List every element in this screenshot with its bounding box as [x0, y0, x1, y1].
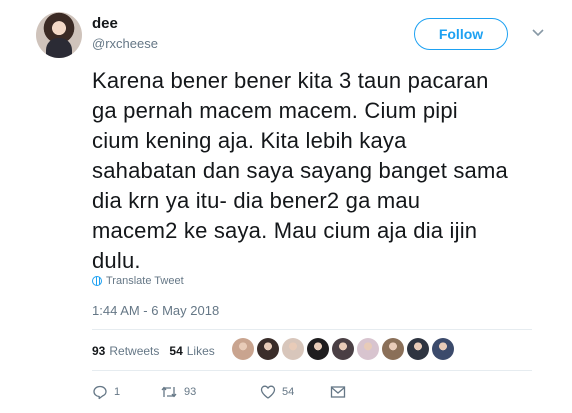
retweet-icon [161, 386, 177, 398]
like-button[interactable]: 54 [260, 384, 330, 400]
divider [92, 329, 532, 330]
divider [92, 370, 532, 371]
display-name[interactable]: dee [92, 15, 118, 32]
tweet-card: dee @rxcheese Follow Karena bener bener … [0, 0, 572, 413]
envelope-icon [330, 386, 346, 398]
retweet-button[interactable]: 93 [160, 384, 260, 400]
tweet-stats: 93 Retweets 54 Likes [92, 344, 225, 358]
liker-avatars [232, 338, 454, 360]
liker-avatar[interactable] [257, 338, 279, 360]
globe-icon [92, 276, 102, 286]
follow-button[interactable]: Follow [414, 18, 508, 50]
liker-avatar[interactable] [282, 338, 304, 360]
liker-avatar[interactable] [307, 338, 329, 360]
direct-message-button[interactable] [330, 385, 346, 399]
liker-avatar[interactable] [432, 338, 454, 360]
likes-count[interactable]: 54 [169, 344, 182, 358]
avatar[interactable] [36, 12, 82, 58]
reply-icon [93, 385, 107, 400]
retweets-count[interactable]: 93 [92, 344, 105, 358]
liker-avatar[interactable] [357, 338, 379, 360]
translate-tweet-link[interactable]: Translate Tweet [92, 275, 184, 287]
tweet-actions: 1 93 54 [92, 384, 346, 400]
translate-label: Translate Tweet [106, 275, 184, 287]
likes-label[interactable]: Likes [187, 344, 215, 358]
chevron-down-icon[interactable] [530, 24, 546, 40]
liker-avatar[interactable] [382, 338, 404, 360]
liker-avatar[interactable] [232, 338, 254, 360]
liker-avatar[interactable] [332, 338, 354, 360]
retweets-label[interactable]: Retweets [109, 344, 159, 358]
like-count: 54 [282, 386, 295, 398]
retweet-count: 93 [184, 386, 197, 398]
tweet-text: Karena bener bener kita 3 taun pacaran g… [92, 68, 508, 273]
tweet-timestamp[interactable]: 1:44 AM - 6 May 2018 [92, 303, 219, 318]
reply-count: 1 [114, 386, 121, 398]
liker-avatar[interactable] [407, 338, 429, 360]
heart-icon [260, 385, 276, 399]
reply-button[interactable]: 1 [92, 384, 160, 400]
user-handle[interactable]: @rxcheese [92, 36, 158, 51]
